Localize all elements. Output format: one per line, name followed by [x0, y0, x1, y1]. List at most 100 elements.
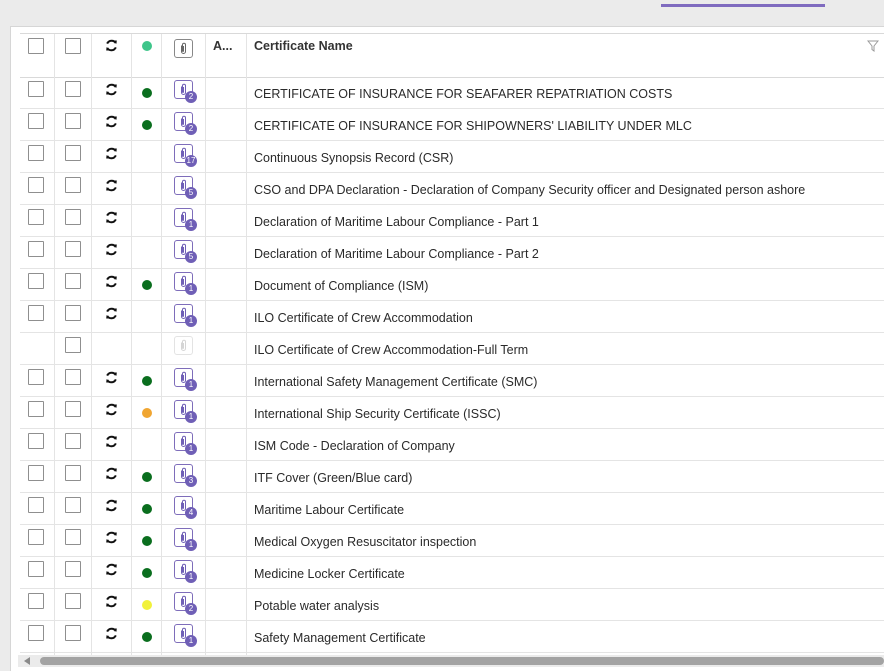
row-select-checkbox[interactable] [28, 401, 44, 417]
row-certificate-name-cell[interactable]: ITF Cover (Green/Blue card) [247, 461, 884, 492]
refresh-icon[interactable] [105, 307, 118, 320]
table-row[interactable]: 3 ITF Cover (Green/Blue card) [20, 461, 884, 493]
table-row[interactable]: 1 Medical Oxygen Resuscitator inspection [20, 525, 884, 557]
table-row[interactable]: 1 Document of Compliance (ISM) [20, 269, 884, 301]
header-certificate-name-column[interactable]: Certificate Name [247, 34, 884, 77]
row-select-checkbox[interactable] [28, 241, 44, 257]
row-certificate-name-cell[interactable]: CERTIFICATE OF INSURANCE FOR SEAFARER RE… [247, 77, 884, 108]
row-certificate-name-cell[interactable]: Potable water analysis [247, 589, 884, 620]
refresh-icon[interactable] [105, 179, 118, 192]
paperclip-icon[interactable]: 1 [174, 368, 197, 391]
paperclip-icon[interactable]: 1 [174, 400, 197, 423]
row-certificate-name-cell[interactable]: ISM Code - Declaration of Company [247, 429, 884, 460]
row-select-checkbox[interactable] [28, 113, 44, 129]
row-certificate-name-cell[interactable]: CERTIFICATE OF INSURANCE FOR SHIPOWNERS'… [247, 109, 884, 140]
row-secondary-checkbox[interactable] [65, 209, 81, 225]
row-certificate-name-cell[interactable]: Safety Management Certificate [247, 621, 884, 652]
row-select-checkbox[interactable] [28, 305, 44, 321]
paperclip-icon[interactable]: 4 [174, 496, 197, 519]
row-certificate-name-cell[interactable]: International Safety Management Certific… [247, 365, 884, 396]
paperclip-icon[interactable]: 1 [174, 432, 197, 455]
refresh-icon[interactable] [105, 243, 118, 256]
horizontal-scrollbar[interactable] [18, 655, 884, 667]
row-select-checkbox[interactable] [28, 369, 44, 385]
select-all-checkbox[interactable] [28, 38, 44, 54]
row-select-checkbox[interactable] [28, 593, 44, 609]
refresh-icon[interactable] [105, 371, 118, 384]
row-secondary-checkbox[interactable] [65, 81, 81, 97]
refresh-icon[interactable] [105, 563, 118, 576]
paperclip-icon[interactable] [174, 39, 193, 58]
table-row[interactable]: 17 Continuous Synopsis Record (CSR) [20, 141, 884, 173]
paperclip-icon[interactable]: 1 [174, 528, 197, 551]
row-select-checkbox[interactable] [28, 433, 44, 449]
row-secondary-checkbox[interactable] [65, 241, 81, 257]
refresh-icon[interactable] [105, 275, 118, 288]
row-select-checkbox[interactable] [28, 81, 44, 97]
refresh-icon[interactable] [105, 147, 118, 160]
refresh-icon[interactable] [105, 595, 118, 608]
refresh-icon[interactable] [105, 467, 118, 480]
table-row[interactable]: 5 CSO and DPA Declaration - Declaration o… [20, 173, 884, 205]
row-select-checkbox[interactable] [28, 529, 44, 545]
row-select-checkbox[interactable] [28, 209, 44, 225]
refresh-icon[interactable] [105, 531, 118, 544]
paperclip-icon[interactable]: 1 [174, 560, 197, 583]
paperclip-icon[interactable]: 5 [174, 240, 197, 263]
table-row[interactable]: 4 Maritime Labour Certificate [20, 493, 884, 525]
row-select-checkbox[interactable] [28, 625, 44, 641]
row-certificate-name-cell[interactable]: CSO and DPA Declaration - Declaration of… [247, 173, 884, 204]
paperclip-icon[interactable]: 1 [174, 624, 197, 647]
row-certificate-name-cell[interactable]: Medicine Locker Certificate [247, 557, 884, 588]
header-attachments-column[interactable]: A... [206, 34, 247, 77]
row-secondary-checkbox[interactable] [65, 145, 81, 161]
refresh-icon[interactable] [105, 499, 118, 512]
row-secondary-checkbox[interactable] [65, 593, 81, 609]
row-certificate-name-cell[interactable]: Declaration of Maritime Labour Complianc… [247, 237, 884, 268]
scrollbar-thumb[interactable] [40, 657, 884, 665]
row-select-checkbox[interactable] [28, 497, 44, 513]
refresh-icon[interactable] [105, 627, 118, 640]
row-secondary-checkbox[interactable] [65, 337, 81, 353]
row-secondary-checkbox[interactable] [65, 529, 81, 545]
table-row[interactable]: 1 ISM Code - Declaration of Company [20, 429, 884, 461]
refresh-icon[interactable] [105, 39, 118, 52]
table-row[interactable]: 1 ILO Certificate of Crew Accommodation [20, 301, 884, 333]
paperclip-icon[interactable]: 2 [174, 112, 197, 135]
row-select-checkbox[interactable] [28, 177, 44, 193]
row-secondary-checkbox[interactable] [65, 113, 81, 129]
table-row[interactable]: 5 Declaration of Maritime Labour Complian… [20, 237, 884, 269]
paperclip-icon[interactable]: 2 [174, 592, 197, 615]
row-certificate-name-cell[interactable]: International Ship Security Certificate … [247, 397, 884, 428]
filter-icon[interactable] [867, 40, 879, 52]
header-secondary-checkbox[interactable] [65, 38, 81, 54]
paperclip-icon[interactable]: 17 [174, 144, 197, 167]
row-secondary-checkbox[interactable] [65, 561, 81, 577]
row-certificate-name-cell[interactable]: Maritime Labour Certificate [247, 493, 884, 524]
row-secondary-checkbox[interactable] [65, 465, 81, 481]
row-certificate-name-cell[interactable]: ILO Certificate of Crew Accommodation [247, 301, 884, 332]
row-certificate-name-cell[interactable]: Declaration of Maritime Labour Complianc… [247, 205, 884, 236]
row-secondary-checkbox[interactable] [65, 497, 81, 513]
refresh-icon[interactable] [105, 403, 118, 416]
paperclip-icon[interactable]: 2 [174, 80, 197, 103]
table-row[interactable]: 1 International Ship Security Certificate… [20, 397, 884, 429]
row-select-checkbox[interactable] [28, 465, 44, 481]
row-certificate-name-cell[interactable]: ILO Certificate of Crew Accommodation-Fu… [247, 333, 884, 364]
table-row[interactable]: 2 CERTIFICATE OF INSURANCE FOR SEAFARER R… [20, 77, 884, 109]
row-secondary-checkbox[interactable] [65, 433, 81, 449]
row-select-checkbox[interactable] [28, 145, 44, 161]
paperclip-icon[interactable]: 3 [174, 464, 197, 487]
row-secondary-checkbox[interactable] [65, 401, 81, 417]
refresh-icon[interactable] [105, 83, 118, 96]
table-row[interactable]: 1 International Safety Management Certifi… [20, 365, 884, 397]
row-secondary-checkbox[interactable] [65, 177, 81, 193]
row-secondary-checkbox[interactable] [65, 273, 81, 289]
table-row[interactable]: ILO Certificate of Crew Accommodation-Fu… [20, 333, 884, 365]
paperclip-icon[interactable]: 1 [174, 208, 197, 231]
row-select-checkbox[interactable] [28, 561, 44, 577]
table-row[interactable]: 1 Declaration of Maritime Labour Complian… [20, 205, 884, 237]
scroll-left-arrow-icon[interactable] [24, 657, 30, 665]
row-select-checkbox[interactable] [28, 273, 44, 289]
row-secondary-checkbox[interactable] [65, 625, 81, 641]
